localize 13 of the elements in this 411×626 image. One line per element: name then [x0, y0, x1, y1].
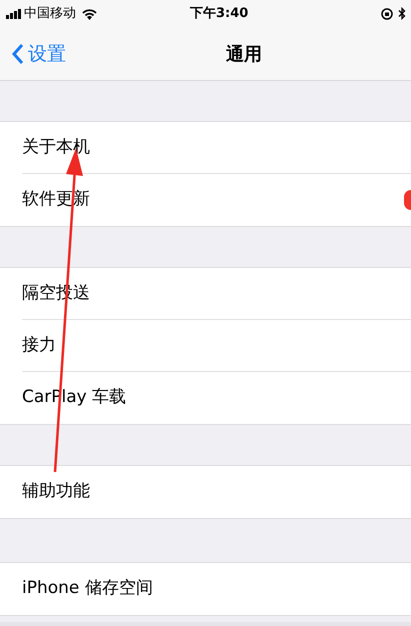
list-item[interactable]: 辅助功能 [22, 479, 90, 505]
screen-title: 通用 [226, 42, 262, 66]
back-button[interactable]: 设置 [12, 40, 66, 68]
wifi-icon [82, 8, 97, 20]
signal-icon [6, 9, 22, 19]
chevron-left-icon [12, 44, 24, 64]
clock-time: 下午3:40 [190, 5, 248, 24]
list-item[interactable]: 关于本机 [22, 135, 90, 161]
rotation-lock-icon [381, 8, 393, 20]
list-item[interactable]: 接力 [22, 333, 56, 359]
list-item[interactable]: iPhone 储存空间 [22, 576, 153, 602]
bluetooth-icon [398, 7, 406, 20]
carrier-name: 中国移动 [24, 5, 76, 24]
